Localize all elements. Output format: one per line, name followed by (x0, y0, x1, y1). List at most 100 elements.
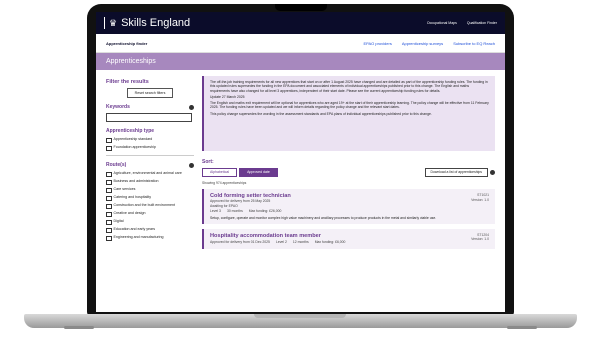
link-epao-providers[interactable]: EPAO providers (363, 41, 391, 46)
funding-chip: Max funding: £6,000 (314, 239, 346, 244)
checkbox-label: Agriculture, environmental and animal ca… (113, 171, 182, 175)
type-label: Apprenticeship type (106, 128, 155, 134)
route-option[interactable]: Creative and design (106, 211, 194, 217)
laptop-base (24, 314, 577, 329)
link-occupational-maps[interactable]: Occupational Maps (427, 21, 457, 25)
card-code: ST1021 Version: 1.0 (471, 193, 489, 202)
sort-approved-date-button[interactable]: Approved date (239, 168, 278, 177)
link-qualification-finder[interactable]: Qualification Finder (467, 21, 497, 25)
checkbox-label: Care services (113, 187, 136, 191)
page-title: Apprenticeships (106, 58, 156, 65)
result-card[interactable]: ST1021 Version: 1.0 Cold forming setter … (202, 189, 495, 224)
route-option[interactable]: Agriculture, environmental and animal ca… (106, 171, 194, 177)
route-option[interactable]: Engineering and manufacturing (106, 235, 194, 241)
link-apprenticeship-surveys[interactable]: Apprenticeship surveys (402, 41, 443, 46)
download-list-button[interactable]: Download a list of apprenticeships (424, 168, 488, 177)
checkbox[interactable] (106, 211, 112, 217)
route-option[interactable]: Digital (106, 219, 194, 225)
page-banner: Apprenticeships (96, 53, 505, 70)
info-icon[interactable] (490, 170, 495, 175)
card-chips: Level 3 30 months Max funding: £26,000 (210, 209, 489, 214)
base-foot (64, 326, 94, 329)
camera-notch (275, 4, 327, 11)
service-links: EPAO providers Apprenticeship surveys Su… (363, 41, 495, 46)
approved-date: Approved for delivery from 01 Dec 2025 (210, 239, 270, 244)
sort-row: Sort: Alphabetical Approved date Downloa… (202, 159, 495, 177)
notice-paragraph: The off-the-job training requirements fo… (210, 80, 488, 93)
checkbox[interactable] (106, 219, 112, 225)
type-heading: Apprenticeship type (106, 128, 194, 134)
sort-label: Sort: (202, 159, 214, 165)
duration-chip: 12 months (292, 239, 309, 244)
card-description: Setup, configure, operate and monitor co… (210, 215, 437, 220)
checkbox[interactable] (106, 171, 112, 177)
checkbox[interactable] (106, 227, 112, 233)
route-option[interactable]: Catering and hospitality (106, 195, 194, 201)
base-foot (507, 326, 537, 329)
type-option[interactable]: Apprenticeship standard (106, 137, 194, 143)
top-bar: ♛ Skills England Occupational Maps Quali… (96, 12, 505, 34)
keywords-input[interactable] (106, 113, 192, 122)
link-subscribe[interactable]: Subscribe to EQ Reach (453, 41, 495, 46)
results-content: The off-the-job training requirements fo… (202, 76, 495, 254)
checkbox[interactable] (106, 145, 112, 151)
version-text: Version: 1.0 (471, 237, 489, 242)
brand-logo[interactable]: ♛ Skills England (104, 17, 190, 29)
checkbox-label: Education and early years (113, 227, 156, 231)
sort-buttons: Alphabetical Approved date Download a li… (202, 168, 495, 177)
crest-icon: ♛ (109, 17, 118, 28)
type-option[interactable]: Foundation apprenticeship (106, 145, 194, 151)
results-count: Showing 974 apprenticeships (202, 181, 247, 185)
checkbox[interactable] (106, 187, 112, 193)
checkbox-label: Creative and design (113, 211, 146, 215)
card-code: ST1204 Version: 1.0 (471, 233, 489, 242)
laptop-frame: ♛ Skills England Occupational Maps Quali… (87, 4, 514, 316)
checkbox[interactable] (106, 203, 112, 209)
checkbox-label: Digital (113, 219, 124, 223)
checkbox-label: Business and administration (113, 179, 159, 183)
service-nav: Apprenticeship finder EPAO providers App… (96, 34, 505, 53)
route-option[interactable]: Care services (106, 187, 194, 193)
top-links: Occupational Maps Qualification Finder (427, 21, 497, 25)
notice-paragraph: Update 27 March 2025 (210, 94, 245, 99)
info-icon[interactable] (189, 162, 194, 168)
checkbox[interactable] (106, 235, 112, 241)
route-option[interactable]: Construction and the built environment (106, 203, 194, 209)
card-title[interactable]: Hospitality accommodation team member (210, 233, 489, 239)
checkbox-label: Catering and hospitality (113, 195, 152, 199)
checkbox-label: Apprenticeship standard (113, 137, 153, 141)
checkbox[interactable] (106, 195, 112, 201)
version-text: Version: 1.0 (471, 197, 489, 202)
route-option[interactable]: Business and administration (106, 179, 194, 185)
duration-chip: 30 months (226, 209, 243, 213)
route-option[interactable]: Education and early years (106, 227, 194, 233)
base-lip (254, 314, 346, 318)
funding-chip: Max funding: £26,000 (248, 209, 282, 213)
status-text: Awaiting for EPAO (210, 203, 238, 208)
reset-filters-button[interactable]: Reset search filters (127, 88, 173, 98)
notice-paragraph: The English and maths exit requirement w… (210, 101, 489, 110)
level-chip: Level 2 (275, 239, 287, 244)
card-chips: Approved for delivery from 01 Dec 2025 L… (210, 240, 489, 245)
info-icon[interactable] (189, 104, 194, 110)
routes-heading: Route(s) (106, 162, 194, 168)
notice-paragraph: This policy change supersedes the wordin… (210, 111, 432, 116)
service-name[interactable]: Apprenticeship finder (106, 41, 147, 46)
checkbox[interactable] (106, 179, 112, 185)
screen: ♛ Skills England Occupational Maps Quali… (96, 12, 505, 312)
checkbox-label: Foundation apprenticeship (113, 145, 156, 149)
checkbox-label: Engineering and manufacturing (113, 235, 164, 239)
keywords-label: Keywords (106, 104, 130, 110)
logo-bar (104, 17, 105, 29)
routes-label: Route(s) (106, 162, 127, 168)
brand-name: Skills England (121, 17, 191, 29)
keywords-heading: Keywords (106, 104, 194, 110)
filter-title: Filter the results (106, 79, 149, 85)
checkbox-label: Construction and the built environment (113, 203, 176, 207)
policy-notice: The off-the-job training requirements fo… (202, 76, 495, 151)
sort-alphabetical-button[interactable]: Alphabetical (202, 168, 238, 177)
checkbox[interactable] (106, 137, 112, 143)
level-chip: Level 3 (210, 209, 221, 213)
result-card[interactable]: ST1204 Version: 1.0 Hospitality accommod… (202, 228, 495, 250)
divider (106, 155, 194, 156)
